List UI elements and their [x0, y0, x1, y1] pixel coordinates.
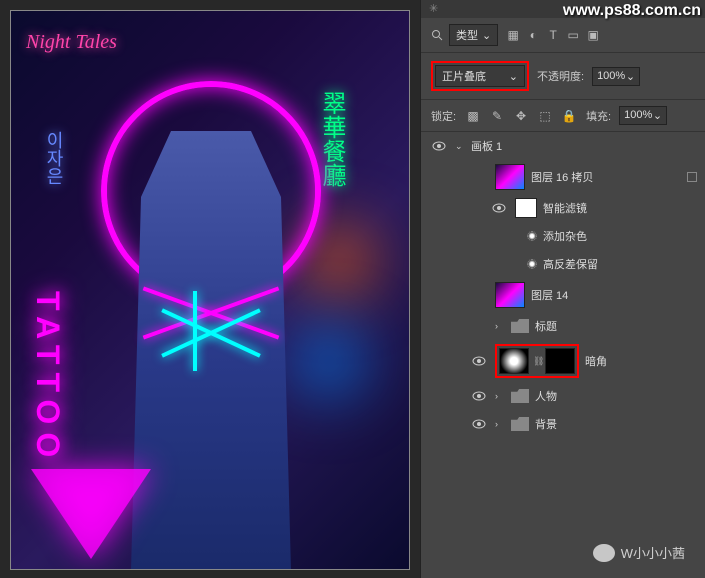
canvas-area: Night Tales 翠華餐廳 이자은 TATTOO: [0, 0, 420, 578]
wechat-name: W小小小茜: [621, 543, 685, 562]
blend-mode-highlight: 正片叠底 ⌄: [431, 61, 529, 91]
layer-row-vignette[interactable]: ⛓ 暗角: [421, 340, 705, 382]
filter-pixel-icon[interactable]: ▦: [504, 26, 522, 44]
lock-artboard-icon[interactable]: ⬚: [536, 107, 554, 125]
neon-triangle: [31, 469, 151, 559]
filter-shape-icon[interactable]: ▭: [564, 26, 582, 44]
layer-row[interactable]: 图层 16 拷贝: [421, 160, 705, 194]
expand-toggle[interactable]: ⌄: [455, 141, 465, 152]
opacity-input[interactable]: 100% ⌄: [592, 67, 640, 86]
folder-icon: [511, 319, 529, 333]
visibility-toggle[interactable]: [472, 356, 486, 366]
filter-label: 添加杂色: [543, 228, 697, 244]
wechat-signature: W小小小茜: [593, 543, 685, 562]
neon-body-lines: [121, 291, 301, 471]
filter-smartobj-icon[interactable]: ▣: [584, 26, 602, 44]
group-label: 人物: [535, 388, 697, 404]
artboard-preview[interactable]: Night Tales 翠華餐廳 이자은 TATTOO: [10, 10, 410, 570]
folder-icon: [511, 417, 529, 431]
filter-kind-dropdown[interactable]: 类型 ⌄: [449, 24, 498, 46]
visibility-toggle[interactable]: [472, 391, 486, 401]
layer-label: 暗角: [585, 353, 697, 369]
lock-label: 锁定:: [431, 108, 456, 124]
filter-row[interactable]: 高反差保留: [421, 250, 705, 278]
visibility-toggle[interactable]: [432, 141, 446, 151]
fill-value: 100%: [624, 109, 652, 122]
expand-toggle[interactable]: ›: [495, 419, 505, 429]
layer-label: 画板 1: [471, 138, 697, 154]
opacity-value: 100%: [597, 70, 625, 83]
blend-mode-value: 正片叠底: [442, 68, 486, 84]
vignette-highlight: ⛓: [495, 344, 579, 378]
filter-type-icons: ▦ ◐ T ▭ ▣: [504, 26, 602, 44]
neon-text-night: Night Tales: [26, 31, 117, 54]
lock-pixels-icon[interactable]: ✎: [488, 107, 506, 125]
chevron-down-icon: ⌄: [509, 70, 518, 83]
layer-thumbnail[interactable]: [499, 348, 529, 374]
mask-link-icon[interactable]: ⛓: [533, 356, 541, 367]
lock-all-icon[interactable]: 🔒: [560, 107, 578, 125]
group-label: 背景: [535, 416, 697, 432]
filter-adjustment-icon[interactable]: ◐: [524, 26, 542, 44]
chevron-down-icon: ⌄: [482, 29, 491, 42]
filter-label: 高反差保留: [543, 256, 697, 272]
starburst-icon: ✳: [429, 2, 443, 16]
expand-toggle[interactable]: ›: [495, 391, 505, 401]
filter-text-icon[interactable]: T: [544, 26, 562, 44]
neon-sign-korean: 이자은: [41, 131, 67, 185]
filter-kind-label: 类型: [456, 27, 478, 43]
expand-toggle[interactable]: ›: [495, 321, 505, 331]
layer-label: 图层 14: [531, 287, 697, 303]
layer-label: 图层 16 拷贝: [531, 169, 681, 185]
lock-row: 锁定: ▩ ✎ ✥ ⬚ 🔒 填充: 100% ⌄: [421, 100, 705, 132]
folder-icon: [511, 389, 529, 403]
group-label: 标题: [535, 318, 697, 334]
neon-text-tattoo: TATTOO: [29, 291, 66, 465]
lock-icon-group: ▩ ✎ ✥ ⬚ 🔒: [464, 107, 578, 125]
layer-thumbnail[interactable]: [495, 282, 525, 308]
opacity-label: 不透明度:: [537, 68, 584, 84]
layers-tree: ⌄ 画板 1 图层 16 拷贝 智能滤镜 添加杂色 高反差保留: [421, 132, 705, 578]
layer-label: 智能滤镜: [543, 200, 697, 216]
filter-blend-icon[interactable]: [527, 259, 537, 269]
visibility-toggle[interactable]: [492, 203, 506, 213]
smartobj-badge-icon: [687, 172, 697, 182]
lock-position-icon[interactable]: ✥: [512, 107, 530, 125]
layer-thumbnail[interactable]: [495, 164, 525, 190]
lock-transparency-icon[interactable]: ▩: [464, 107, 482, 125]
blend-mode-row: 正片叠底 ⌄ 不透明度: 100% ⌄: [421, 53, 705, 100]
fill-input[interactable]: 100% ⌄: [619, 106, 667, 125]
mask-thumbnail[interactable]: [515, 198, 537, 218]
group-row[interactable]: › 标题: [421, 312, 705, 340]
chevron-down-icon: ⌄: [653, 109, 662, 122]
blend-mode-dropdown[interactable]: 正片叠底 ⌄: [435, 65, 525, 87]
artboard-row[interactable]: ⌄ 画板 1: [421, 132, 705, 160]
filter-row[interactable]: 添加杂色: [421, 222, 705, 250]
smart-filters-row[interactable]: 智能滤镜: [421, 194, 705, 222]
panel-filter-row: 类型 ⌄ ▦ ◐ T ▭ ▣: [421, 18, 705, 53]
group-row[interactable]: › 人物: [421, 382, 705, 410]
fill-label: 填充:: [586, 108, 611, 124]
chevron-down-icon: ⌄: [626, 70, 635, 83]
group-row[interactable]: › 背景: [421, 410, 705, 438]
mask-thumbnail[interactable]: [545, 348, 575, 374]
search-icon: [431, 29, 443, 41]
watermark-text: www.ps88.com.cn: [563, 2, 701, 20]
layer-row[interactable]: 图层 14: [421, 278, 705, 312]
visibility-toggle[interactable]: [472, 419, 486, 429]
wechat-icon: [593, 544, 615, 562]
layers-panel: ✳ 类型 ⌄ ▦ ◐ T ▭ ▣ 正片叠底 ⌄ 不透明度: 100% ⌄: [420, 0, 705, 578]
filter-blend-icon[interactable]: [527, 231, 537, 241]
